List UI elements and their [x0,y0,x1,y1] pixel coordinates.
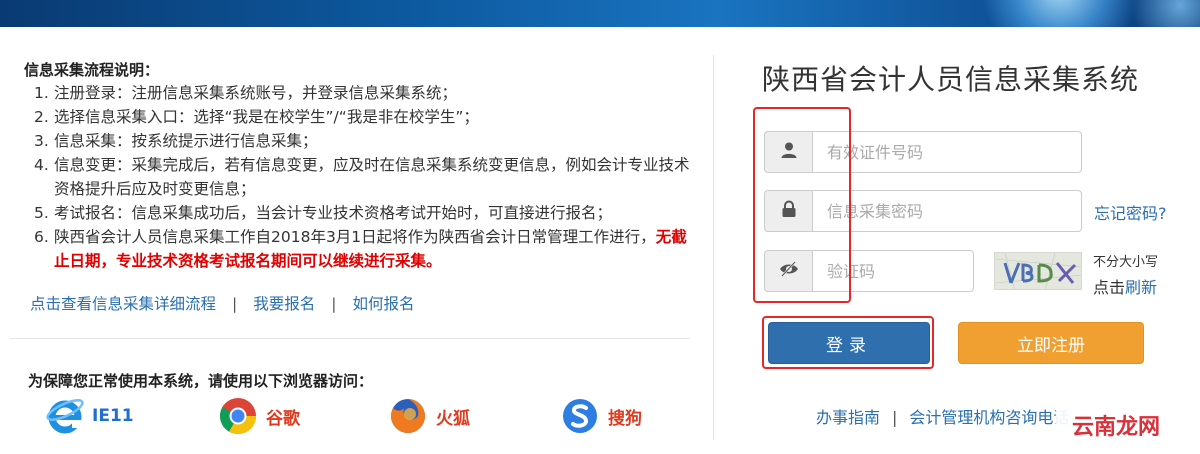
forgot-password-link[interactable]: 忘记密码? [1094,200,1167,224]
browser-title: 为保障您正常使用本系统，请使用以下浏览器访问： [28,372,374,390]
user-addon [764,131,812,173]
refresh-hint: 点击刷新 [1093,274,1157,298]
process-step: 1. 注册登录：注册信息采集系统账号，并登录信息采集系统； [34,84,458,102]
browser-name: IE11 [92,406,134,426]
top-banner [0,0,1200,27]
consult-phone-link[interactable]: 会计管理机构咨询电话 [909,408,1069,427]
process-title: 信息采集流程说明： [24,61,160,79]
login-button[interactable]: 登录 [768,322,930,364]
detail-process-link[interactable]: 点击查看信息采集详细流程 [30,295,216,313]
browser-chrome: 谷歌 [218,396,300,436]
process-steps: 1. 注册登录：注册信息采集系统账号，并登录信息采集系统； 2. 选择信息采集入口：… [34,81,694,273]
password-input[interactable] [812,190,1082,232]
system-title: 陕西省会计人员信息采集系统 [762,63,1140,96]
eye-slash-icon [779,260,799,282]
banner-glow [1120,0,1200,27]
lock-icon [780,200,798,222]
chrome-icon [218,396,258,436]
click-label: 点击 [1093,278,1126,297]
process-step: 6. 陕西省会计人员信息采集工作自2018年3月1日起将作为陕西省会计日常管理工作… [34,228,687,270]
signup-link[interactable]: 我要报名 [253,295,315,313]
browser-sogou: 搜狗 [560,396,642,436]
process-step: 3. 信息采集：按系统提示进行信息采集； [34,132,318,150]
browser-ie: IE11 [44,396,134,436]
process-step: 5. 考试报名：信息采集成功后，当会计专业技术资格考试开始时，可直接进行报名； [34,204,613,222]
sogou-icon [560,396,600,436]
case-insensitive-note: 不分大小写 [1093,255,1159,270]
id-number-input[interactable] [812,131,1082,173]
ie-icon [44,396,84,436]
footer-links: 办事指南 | 会计管理机构咨询电话 [816,408,1070,427]
captcha-input[interactable] [812,250,974,292]
browser-list: IE11 谷歌 火狐 搜狗 [44,396,684,436]
process-step: 2. 选择信息采集入口：选择“我是在校学生”/“我是非在校学生”； [34,108,479,126]
eye-addon [764,250,812,292]
guide-link[interactable]: 办事指南 [816,408,880,427]
captcha-image[interactable] [994,252,1082,290]
process-step: 4. 信息变更：采集完成后，若有信息变更，应及时在信息采集系统变更信息，例如会计专… [34,156,690,198]
browser-name: 搜狗 [608,408,642,429]
step-text: 陕西省会计人员信息采集工作自2018年3月1日起将作为陕西省会计日常管理工作进行… [54,228,656,246]
browser-name: 火狐 [436,408,470,429]
lock-addon [764,190,812,232]
id-row [764,131,1082,173]
watermark: 云南龙网 [1056,406,1176,444]
browser-name: 谷歌 [266,408,300,429]
password-row [764,190,1082,232]
firefox-icon [388,396,428,436]
register-button[interactable]: 立即注册 [958,322,1144,364]
refresh-captcha-link[interactable]: 刷新 [1125,278,1157,297]
user-icon [780,141,798,163]
section-divider [10,338,690,339]
captcha-row [764,250,974,292]
process-links: 点击查看信息采集详细流程 | 我要报名 | 如何报名 [30,295,415,313]
how-to-signup-link[interactable]: 如何报名 [353,295,415,313]
browser-firefox: 火狐 [388,396,470,436]
panel-divider [713,55,714,440]
